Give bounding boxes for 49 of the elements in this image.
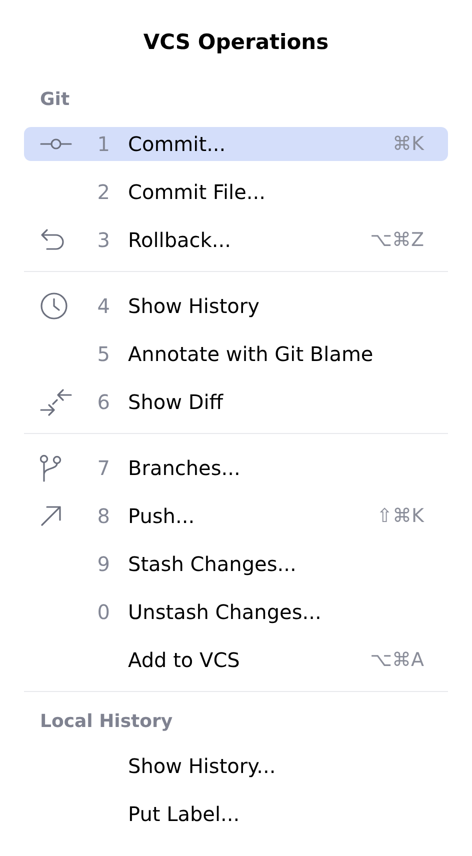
menu-item[interactable]: 2 Commit File... (24, 175, 448, 209)
shortcut-text: ⇧⌘K (376, 505, 424, 527)
section-header: Git (40, 88, 70, 112)
menu-item[interactable]: 3 Rollback... ⌥⌘Z (24, 223, 448, 257)
item-label: Commit File... (128, 180, 266, 204)
mnemonic-number: 0 (97, 600, 110, 624)
popup-title: VCS Operations (143, 29, 329, 56)
mnemonic-number: 7 (97, 456, 110, 480)
shortcut-text: ⌘K (392, 133, 424, 155)
menu-item[interactable]: 0 Unstash Changes... (24, 595, 448, 629)
item-label: Stash Changes... (128, 552, 298, 576)
menu-item[interactable]: 5 Annotate with Git Blame (24, 337, 448, 371)
mnemonic-number: 2 (97, 180, 110, 204)
menu-item[interactable]: 1 Commit... ⌘K (24, 127, 448, 161)
item-label: Commit... (128, 132, 227, 156)
mnemonic-number: 6 (97, 390, 110, 414)
undo-arrow-icon (40, 228, 66, 252)
mnemonic-number: 1 (97, 132, 110, 156)
item-label: Branches... (128, 456, 242, 480)
menu-item[interactable]: Show History... (24, 749, 448, 783)
mnemonic-number: 8 (97, 504, 110, 528)
menu-item[interactable]: Put Label... (24, 797, 448, 831)
item-label: Put Label... (128, 802, 241, 826)
item-label: Push... (128, 504, 196, 528)
menu-item[interactable]: 6 Show Diff (24, 385, 448, 419)
item-label: Annotate with Git Blame (128, 342, 374, 366)
menu-item[interactable]: 9 Stash Changes... (24, 547, 448, 581)
diff-arrows-icon (40, 388, 72, 416)
mnemonic-number: 9 (97, 552, 110, 576)
item-label: Rollback... (128, 228, 232, 252)
branch-icon (40, 454, 62, 482)
mnemonic-number: 5 (97, 342, 110, 366)
item-label: Show History... (128, 754, 277, 778)
shortcut-text: ⌥⌘A (370, 649, 424, 671)
clock-icon (40, 292, 68, 320)
diagonal-arrow-icon (40, 505, 62, 527)
item-label: Show Diff (128, 390, 224, 414)
item-label: Add to VCS (128, 648, 241, 672)
item-label: Unstash Changes... (128, 600, 322, 624)
mnemonic-number: 3 (97, 228, 110, 252)
menu-item[interactable]: 7 Branches... (24, 451, 448, 485)
mnemonic-number: 4 (97, 294, 110, 318)
shortcut-text: ⌥⌘Z (370, 229, 424, 251)
menu-item[interactable]: 4 Show History (24, 289, 448, 323)
menu-item[interactable]: Add to VCS ⌥⌘A (24, 643, 448, 677)
item-label: Show History (128, 294, 260, 318)
menu-item[interactable]: 8 Push... ⇧⌘K (24, 499, 448, 533)
section-header: Local History (40, 710, 173, 734)
commit-icon (40, 138, 72, 150)
